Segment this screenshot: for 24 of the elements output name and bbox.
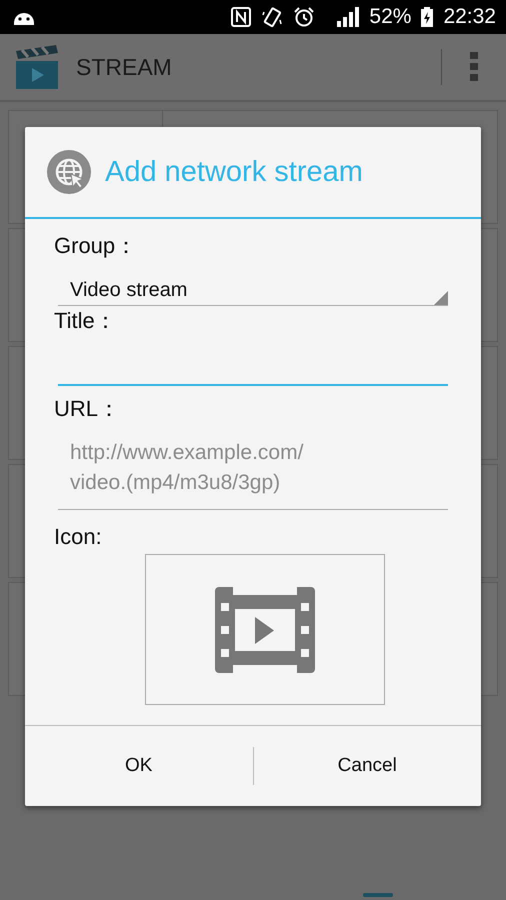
app-title: STREAM bbox=[76, 54, 172, 80]
dropdown-corner-icon bbox=[434, 291, 448, 305]
icon-picker[interactable] bbox=[145, 554, 385, 705]
clock-time: 22:32 bbox=[443, 5, 496, 29]
alarm-icon bbox=[293, 6, 316, 28]
nfc-icon bbox=[231, 7, 252, 27]
dialog-title: Add network stream bbox=[105, 156, 363, 188]
field-label: Icon: bbox=[54, 523, 103, 551]
globe-cursor-icon bbox=[47, 150, 91, 194]
film-play-icon bbox=[215, 586, 315, 672]
field-label: Title： bbox=[54, 307, 118, 335]
field-label: Group： bbox=[54, 232, 138, 260]
clapperboard-icon[interactable] bbox=[14, 45, 60, 89]
battery-charging-icon bbox=[421, 7, 434, 27]
signal-icon bbox=[337, 7, 360, 27]
page-indicator bbox=[363, 893, 393, 897]
dialog-button[interactable]: OK bbox=[25, 726, 252, 806]
dialog-button[interactable]: Cancel bbox=[254, 726, 481, 806]
overflow-menu-icon[interactable] bbox=[470, 52, 478, 82]
battery-percent: 52% bbox=[369, 5, 412, 29]
field-label: URL： bbox=[54, 395, 122, 423]
url-field[interactable]: http://www.example.com/ video.(mp4/m3u8/3gp) bbox=[58, 430, 448, 510]
group-dropdown[interactable]: Video stream bbox=[58, 271, 448, 306]
vibrate-icon bbox=[261, 6, 284, 28]
